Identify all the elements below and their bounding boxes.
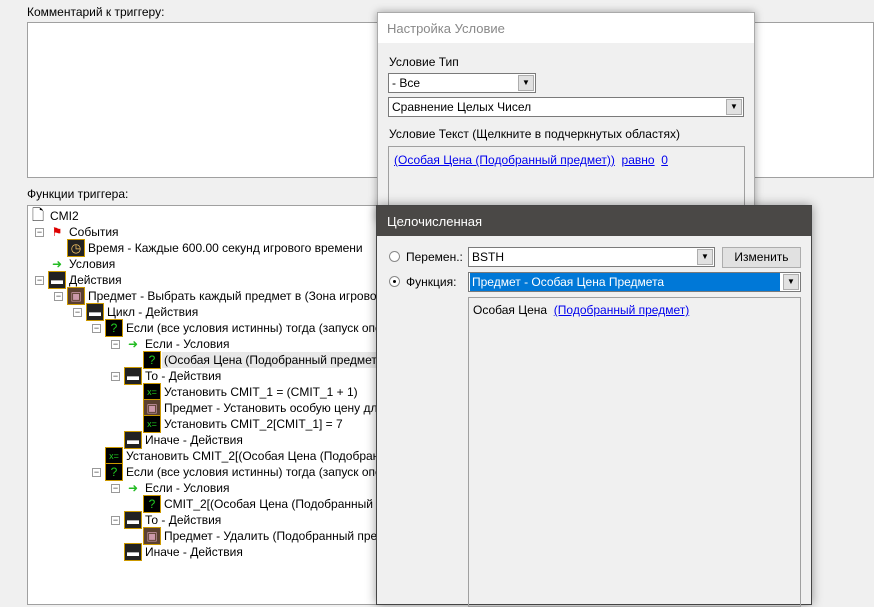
condition-dialog-titlebar[interactable]: Настройка Условие: [378, 13, 754, 43]
variable-value: BSTH: [472, 250, 505, 264]
tree-item-label: Если (все условия истинны) тогда (запуск…: [126, 321, 387, 335]
tree-item-label: (Особая Цена (Подобранный предмет)) равн…: [162, 352, 386, 368]
function-label: Функция:: [406, 275, 457, 289]
chest-icon: ▣: [67, 287, 85, 305]
function-param-link[interactable]: (Подобранный предмет): [554, 303, 689, 317]
collapse-toggle[interactable]: −: [54, 292, 63, 301]
question-icon: ?: [105, 319, 123, 337]
tree-item-label: Время - Каждые 600.00 секунд игрового вр…: [88, 241, 363, 255]
question-icon: ?: [143, 495, 161, 513]
condition-type-value: Сравнение Целых Чисел: [392, 100, 532, 114]
tree-item-label: Предмет - Выбрать каждый предмет в (Зона…: [88, 289, 387, 303]
actions-icon: ▬: [48, 271, 66, 289]
comment-label: Комментарий к триггеру:: [27, 5, 165, 19]
collapse-toggle[interactable]: −: [35, 276, 44, 285]
trigger-tree[interactable]: 🗋 CMI2− ⚑ События ◷ Время - Каждые 600.00 сек…: [27, 205, 387, 605]
actions-icon: ▬: [124, 431, 142, 449]
edit-button[interactable]: Изменить: [722, 247, 801, 268]
conditions-icon: ➜: [125, 336, 141, 352]
tree-item-label: Если (все условия истинны) тогда (запуск…: [126, 465, 387, 479]
collapse-toggle[interactable]: −: [35, 228, 44, 237]
tree-item-label: То - Действия: [145, 369, 222, 383]
category-select[interactable]: - Все ▼: [388, 73, 536, 93]
condition-dialog-title: Настройка Условие: [387, 21, 505, 36]
tree-item-label: Иначе - Действия: [145, 433, 243, 447]
clock-icon: ◷: [67, 239, 85, 257]
set-variable-icon: x=: [105, 447, 123, 465]
collapse-toggle[interactable]: −: [73, 308, 82, 317]
functions-label: Функции триггера:: [27, 187, 129, 201]
tree-item-label: Установить CMIT_2[CMIT_1] = 7: [164, 417, 343, 431]
question-icon: ?: [105, 463, 123, 481]
tree-item-label: Предмет - Установить особую цену для (П: [164, 401, 387, 415]
chevron-down-icon[interactable]: ▼: [726, 99, 742, 115]
tree-item-label: CMIT_2[(Особая Цена (Подобранный пред: [164, 497, 387, 511]
tree-item-label: CMI2: [50, 209, 79, 223]
chevron-down-icon[interactable]: ▼: [783, 274, 799, 290]
tree-item-label: Установить CMIT_1 = (CMIT_1 + 1): [164, 385, 358, 399]
tree-item-label: То - Действия: [145, 513, 222, 527]
tree-item-label: Цикл - Действия: [107, 305, 199, 319]
tree-item-label: События: [69, 225, 119, 239]
condition-type-select[interactable]: Сравнение Целых Чисел ▼: [388, 97, 744, 117]
condition-type-label: Условие Тип: [389, 55, 459, 69]
condition-dialog: Настройка Условие Условие Тип - Все ▼ Сра…: [377, 12, 755, 236]
tree-item-label: Условия: [69, 257, 116, 271]
conditions-icon: ➜: [49, 256, 65, 272]
document-icon: 🗋: [30, 207, 46, 224]
chest-icon: ▣: [143, 399, 161, 417]
variable-label: Перемен.:: [406, 250, 463, 264]
actions-icon: ▬: [124, 543, 142, 561]
actions-icon: ▬: [86, 303, 104, 321]
condition-param-link[interactable]: (Особая Цена (Подобранный предмет)): [394, 153, 615, 167]
function-select[interactable]: Предмет - Особая Цена Предмета ▼: [468, 272, 801, 292]
collapse-toggle[interactable]: −: [111, 340, 120, 349]
integer-dialog: Целочисленная Перемен.: BSTH ▼ Изменить Ф…: [376, 205, 812, 607]
variable-select[interactable]: BSTH ▼: [468, 247, 715, 267]
collapse-toggle[interactable]: −: [111, 372, 120, 381]
tree-item-label: Установить CMIT_2[(Особая Цена (Подобран…: [126, 449, 387, 463]
variable-radio[interactable]: [389, 251, 400, 262]
value-link[interactable]: 0: [661, 153, 668, 167]
collapse-toggle[interactable]: −: [111, 484, 120, 493]
tree-item-label: Действия: [69, 273, 122, 287]
function-text-box: Особая Цена (Подобранный предмет): [468, 297, 801, 607]
tree-item-label: Иначе - Действия: [145, 545, 243, 559]
integer-dialog-title: Целочисленная: [387, 214, 483, 229]
collapse-toggle[interactable]: −: [92, 324, 101, 333]
integer-dialog-titlebar[interactable]: Целочисленная: [377, 206, 811, 236]
function-text: Особая Цена: [473, 303, 548, 317]
operator-link[interactable]: равно: [622, 153, 655, 167]
tree-item-label: Предмет - Удалить (Подобранный предме: [164, 529, 387, 543]
chest-icon: ▣: [143, 527, 161, 545]
actions-icon: ▬: [124, 367, 142, 385]
function-radio[interactable]: [389, 276, 400, 287]
flag-icon: ⚑: [51, 225, 63, 239]
actions-icon: ▬: [124, 511, 142, 529]
function-value: Предмет - Особая Цена Предмета: [470, 273, 780, 291]
category-value: - Все: [392, 76, 421, 90]
question-icon: ?: [143, 351, 161, 369]
tree-item-label: Если - Условия: [145, 481, 230, 495]
collapse-toggle[interactable]: −: [111, 516, 120, 525]
conditions-icon: ➜: [125, 480, 141, 496]
tree-item-label: Если - Условия: [145, 337, 230, 351]
chevron-down-icon[interactable]: ▼: [697, 249, 713, 265]
set-variable-icon: x=: [143, 415, 161, 433]
collapse-toggle[interactable]: −: [92, 468, 101, 477]
set-variable-icon: x=: [143, 383, 161, 401]
chevron-down-icon[interactable]: ▼: [518, 75, 534, 91]
condition-text-label: Условие Текст (Щелкните в подчеркнутых о…: [389, 127, 680, 141]
